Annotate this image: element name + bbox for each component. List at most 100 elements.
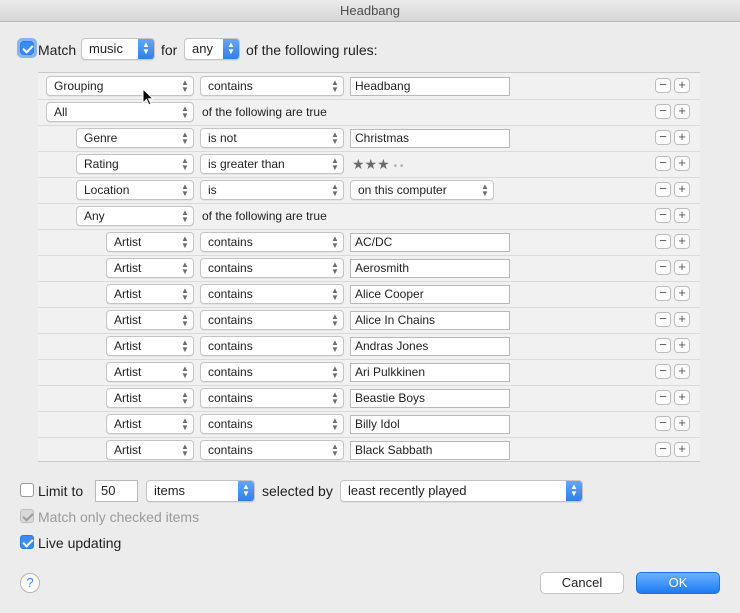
rule-value-input[interactable]: AC/DC — [350, 233, 510, 252]
add-rule-button[interactable]: + — [674, 442, 690, 457]
rule-value-input[interactable]: Alice Cooper — [350, 285, 510, 304]
rule-field-select[interactable]: Artist ▲ ▼ — [106, 284, 194, 304]
rule-operator-select[interactable]: contains ▲ ▼ — [200, 258, 344, 278]
limit-unit-select[interactable]: items ▲ ▼ — [146, 480, 255, 502]
rule-operator-select[interactable]: contains ▲ ▼ — [200, 336, 344, 356]
chevron-updown-icon: ▲ ▼ — [181, 338, 189, 354]
rule-field-select[interactable]: Artist ▲ ▼ — [106, 362, 194, 382]
remove-rule-button[interactable]: − — [655, 208, 671, 223]
remove-rule-button[interactable]: − — [655, 312, 671, 327]
remove-rule-button[interactable]: − — [655, 442, 671, 457]
rating-empty-dots: • • — [393, 161, 404, 172]
rule-field-select[interactable]: Location ▲ ▼ — [76, 180, 194, 200]
add-rule-button[interactable]: + — [674, 234, 690, 249]
selected-by-value: least recently played — [348, 483, 467, 498]
chevron-updown-icon: ▲ ▼ — [181, 364, 189, 380]
limit-unit-value: items — [154, 483, 186, 498]
remove-rule-button[interactable]: − — [655, 416, 671, 431]
cancel-button[interactable]: Cancel — [540, 572, 624, 594]
rule-operator-select[interactable]: contains ▲ ▼ — [200, 414, 344, 434]
chevron-updown-icon: ▲ ▼ — [181, 260, 189, 276]
live-updating-checkbox[interactable] — [20, 535, 34, 549]
chevron-updown-icon: ▲ ▼ — [138, 39, 154, 59]
remove-rule-button[interactable]: − — [655, 130, 671, 145]
rule-group-label: of the following are true — [202, 209, 327, 223]
rule-value-select[interactable]: on this computer ▲ ▼ — [350, 180, 494, 200]
rule-operator-select[interactable]: contains ▲ ▼ — [200, 440, 344, 460]
rule-operator-select[interactable]: is greater than ▲ ▼ — [200, 154, 344, 174]
match-checked-checkbox[interactable] — [20, 509, 34, 523]
rule-operator-select[interactable]: is ▲ ▼ — [200, 180, 344, 200]
add-rule-button[interactable]: + — [674, 156, 690, 171]
rule-value-text: Aerosmith — [355, 261, 410, 275]
rule-value-input[interactable]: Christmas — [350, 129, 510, 148]
add-rule-button[interactable]: + — [674, 390, 690, 405]
remove-rule-button[interactable]: − — [655, 182, 671, 197]
remove-rule-button[interactable]: − — [655, 78, 671, 93]
ok-button[interactable]: OK — [636, 572, 720, 594]
add-rule-button[interactable]: + — [674, 104, 690, 119]
remove-rule-button[interactable]: − — [655, 286, 671, 301]
remove-rule-button[interactable]: − — [655, 156, 671, 171]
rule-operator-select[interactable]: contains ▲ ▼ — [200, 362, 344, 382]
add-rule-button[interactable]: + — [674, 364, 690, 379]
chevron-updown-icon: ▲ ▼ — [331, 182, 339, 198]
rule-field-select[interactable]: All ▲ ▼ — [46, 102, 194, 122]
rule-operator-select[interactable]: contains ▲ ▼ — [200, 388, 344, 408]
rule-field-select[interactable]: Artist ▲ ▼ — [106, 232, 194, 252]
add-rule-button[interactable]: + — [674, 312, 690, 327]
rule-operator-select[interactable]: is not ▲ ▼ — [200, 128, 344, 148]
chevron-updown-icon: ▲ ▼ — [181, 286, 189, 302]
rule-operator-select[interactable]: contains ▲ ▼ — [200, 310, 344, 330]
add-rule-button[interactable]: + — [674, 208, 690, 223]
rule-field-select[interactable]: Rating ▲ ▼ — [76, 154, 194, 174]
rule-field-select[interactable]: Artist ▲ ▼ — [106, 258, 194, 278]
rule-field-value: All — [54, 105, 68, 119]
rule-operator-select[interactable]: contains ▲ ▼ — [200, 284, 344, 304]
add-rule-button[interactable]: + — [674, 260, 690, 275]
rule-field-select[interactable]: Artist ▲ ▼ — [106, 388, 194, 408]
rule-value-input[interactable]: Headbang — [350, 77, 510, 96]
remove-rule-button[interactable]: − — [655, 104, 671, 119]
help-button[interactable]: ? — [20, 573, 40, 593]
rule-value-input[interactable]: Black Sabbath — [350, 441, 510, 460]
match-mode-select[interactable]: any ▲ ▼ — [184, 38, 240, 60]
rule-operator-select[interactable]: contains ▲ ▼ — [200, 76, 344, 96]
rule-operator-value: is — [208, 183, 217, 197]
limit-count-input[interactable]: 50 — [95, 480, 138, 502]
rule-operator-select[interactable]: contains ▲ ▼ — [200, 232, 344, 252]
media-type-select[interactable]: music ▲ ▼ — [81, 38, 155, 60]
add-rule-button[interactable]: + — [674, 78, 690, 93]
rule-field-select[interactable]: Artist ▲ ▼ — [106, 310, 194, 330]
rule-field-select[interactable]: Artist ▲ ▼ — [106, 336, 194, 356]
rule-value-input[interactable]: Aerosmith — [350, 259, 510, 278]
remove-rule-button[interactable]: − — [655, 364, 671, 379]
rule-row-separator — [38, 99, 700, 100]
rating-stars[interactable]: ★★★ • • — [352, 156, 403, 175]
remove-rule-button[interactable]: − — [655, 390, 671, 405]
add-rule-button[interactable]: + — [674, 130, 690, 145]
rule-value-input[interactable]: Beastie Boys — [350, 389, 510, 408]
rule-row-separator — [38, 203, 700, 204]
remove-rule-button[interactable]: − — [655, 260, 671, 275]
rule-value-input[interactable]: Ari Pulkkinen — [350, 363, 510, 382]
rule-value-input[interactable]: Billy Idol — [350, 415, 510, 434]
rule-value-input[interactable]: Alice In Chains — [350, 311, 510, 330]
match-checkbox[interactable] — [20, 41, 34, 55]
rule-row-separator — [38, 177, 700, 178]
add-rule-button[interactable]: + — [674, 416, 690, 431]
add-rule-button[interactable]: + — [674, 286, 690, 301]
remove-rule-button[interactable]: − — [655, 338, 671, 353]
rule-field-select[interactable]: Any ▲ ▼ — [76, 206, 194, 226]
rule-field-select[interactable]: Grouping ▲ ▼ — [46, 76, 194, 96]
rule-value-text: on this computer — [358, 183, 447, 197]
rule-field-select[interactable]: Genre ▲ ▼ — [76, 128, 194, 148]
rule-field-select[interactable]: Artist ▲ ▼ — [106, 414, 194, 434]
selected-by-select[interactable]: least recently played ▲ ▼ — [340, 480, 583, 502]
remove-rule-button[interactable]: − — [655, 234, 671, 249]
rule-value-input[interactable]: Andras Jones — [350, 337, 510, 356]
add-rule-button[interactable]: + — [674, 182, 690, 197]
rule-field-select[interactable]: Artist ▲ ▼ — [106, 440, 194, 460]
limit-checkbox[interactable] — [20, 483, 34, 497]
add-rule-button[interactable]: + — [674, 338, 690, 353]
